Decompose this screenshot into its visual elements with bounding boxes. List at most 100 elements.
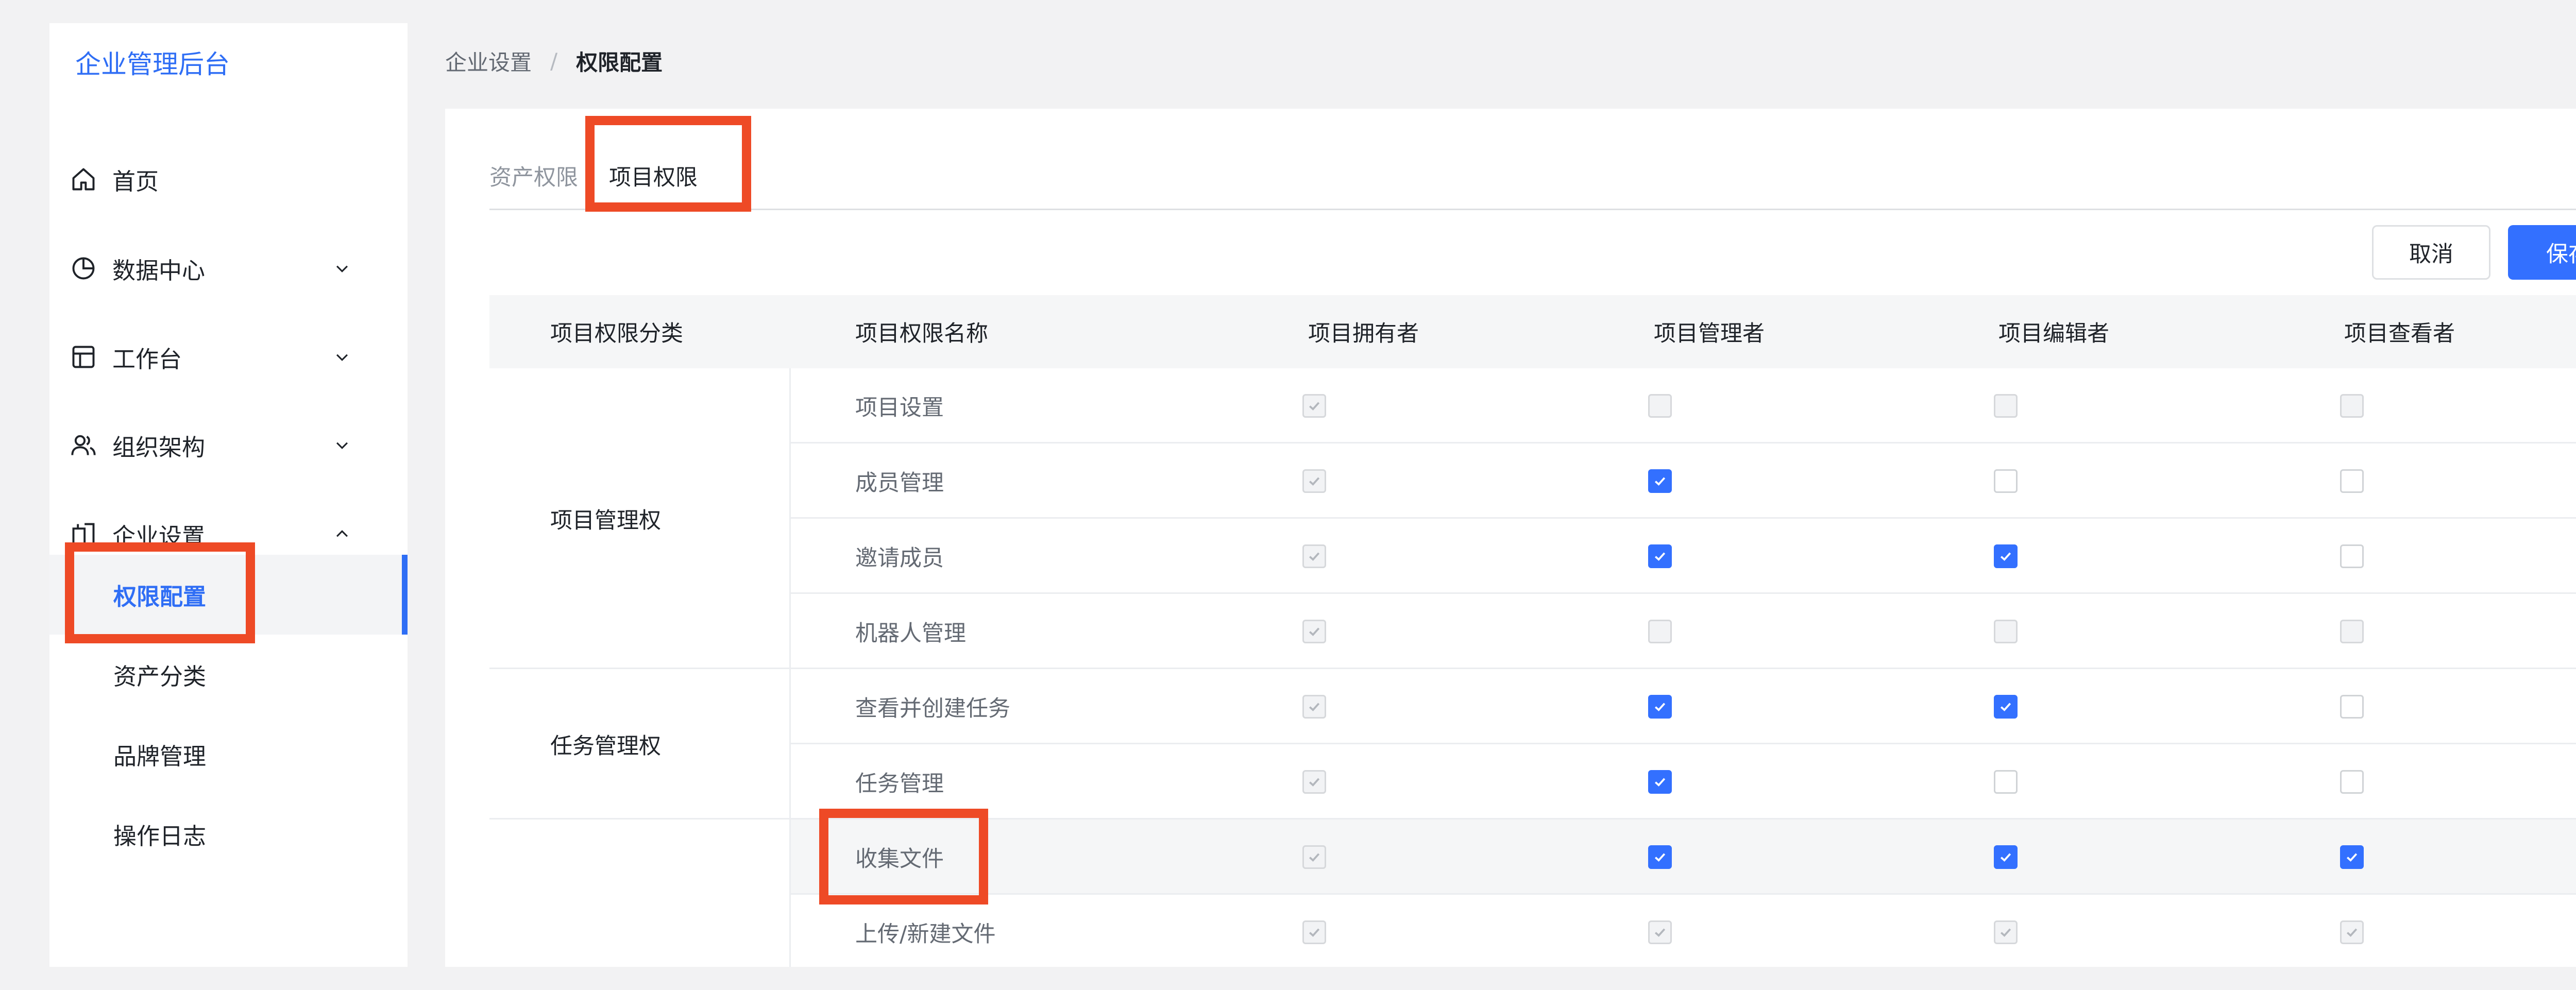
table-row: 任务管理 (789, 744, 2576, 820)
sidebar-item-label: 首页 (112, 167, 159, 195)
checkbox-editor[interactable] (1994, 770, 2018, 794)
checkbox-owner (1302, 394, 1326, 418)
checkbox-manager (1648, 620, 1672, 643)
column-header-category: 项目权限分类 (550, 321, 683, 347)
sidebar-item-data-center[interactable]: 数据中心 (49, 237, 408, 299)
sidebar-item-home[interactable]: 首页 (49, 148, 408, 210)
table-row: 成员管理 (789, 443, 2576, 519)
checkbox-manager[interactable] (1648, 469, 1672, 493)
check-icon (1654, 477, 1666, 486)
sidebar: 企业管理后台 首页 数据中心 工作台 组织架构 企业设置 权限配置 资产分类 品… (49, 23, 408, 967)
breadcrumb: 企业设置 / 权限配置 (445, 45, 663, 77)
check-icon (2346, 928, 2358, 937)
checkbox-manager[interactable] (1648, 695, 1672, 719)
breadcrumb-current: 权限配置 (576, 50, 663, 75)
checkbox-editor[interactable] (1994, 544, 2018, 568)
permission-name: 机器人管理 (855, 621, 966, 646)
check-icon (1309, 552, 1320, 561)
tab-divider (489, 209, 2576, 210)
tab-bar: 资产权限 项目权限 (489, 150, 2576, 201)
sidebar-item-label: 工作台 (112, 345, 182, 373)
chevron-down-icon[interactable] (332, 435, 352, 455)
permission-name: 项目设置 (855, 395, 944, 421)
checkbox-owner (1302, 620, 1326, 643)
sidebar-item-label: 组织架构 (112, 433, 206, 461)
checkbox-editor (1994, 394, 2018, 418)
tab-asset-permission[interactable]: 资产权限 (489, 150, 578, 201)
breadcrumb-separator: / (550, 48, 558, 74)
check-icon (2000, 703, 2011, 711)
users-icon (69, 431, 98, 459)
checkbox-owner (1302, 920, 1326, 944)
check-icon (2000, 928, 2011, 937)
checkbox-owner (1302, 544, 1326, 568)
cancel-button[interactable]: 取消 (2372, 225, 2490, 280)
check-icon (1309, 928, 1320, 937)
checkbox-viewer[interactable] (2340, 544, 2364, 568)
checkbox-editor (1994, 620, 2018, 643)
main-panel: 资产权限 项目权限 取消 保存 项目权限分类 项目权限名称 项目拥有者 项目管理… (445, 109, 2576, 967)
column-header-permission-name: 项目权限名称 (855, 321, 988, 347)
check-icon (1309, 703, 1320, 711)
checkbox-owner (1302, 469, 1326, 493)
pie-chart-icon (69, 254, 98, 283)
checkbox-viewer[interactable] (2340, 845, 2364, 869)
checkbox-viewer[interactable] (2340, 770, 2364, 794)
chevron-down-icon[interactable] (332, 258, 352, 279)
sidebar-subitem-label: 品牌管理 (113, 743, 207, 770)
checkbox-viewer[interactable] (2340, 469, 2364, 493)
permission-category-label: 任务管理权 (550, 733, 661, 759)
check-icon (2346, 853, 2358, 862)
check-icon (2000, 552, 2011, 561)
sidebar-item-organization[interactable]: 组织架构 (49, 414, 408, 476)
permission-category (489, 820, 789, 967)
sidebar-subitem-label: 操作日志 (113, 823, 207, 850)
check-icon (1309, 627, 1320, 636)
save-button[interactable]: 保存 (2508, 225, 2576, 280)
checkbox-editor[interactable] (1994, 695, 2018, 719)
table-row: 邀请成员 (789, 519, 2576, 594)
check-icon (1654, 552, 1666, 561)
sidebar-item-workbench[interactable]: 工作台 (49, 326, 408, 388)
sidebar-subitem-brand-management[interactable]: 品牌管理 (49, 714, 408, 794)
table-row: 项目设置 (789, 368, 2576, 443)
check-icon (1654, 928, 1666, 937)
sidebar-subitem-label: 资产分类 (113, 663, 207, 690)
table-row: 机器人管理 (789, 594, 2576, 669)
checkbox-owner (1302, 845, 1326, 869)
highlight-box-row (819, 809, 988, 904)
column-divider (789, 368, 791, 967)
check-icon (1309, 853, 1320, 862)
sidebar-item-label: 数据中心 (112, 257, 206, 284)
check-icon (1309, 778, 1320, 787)
permission-name: 查看并创建任务 (855, 696, 1010, 722)
column-header-viewer: 项目查看者 (2344, 321, 2455, 347)
checkbox-owner (1302, 695, 1326, 719)
table-row: 收集文件 (789, 820, 2576, 895)
sidebar-subitem-asset-category[interactable]: 资产分类 (49, 635, 408, 714)
checkbox-owner (1302, 770, 1326, 794)
checkbox-manager[interactable] (1648, 770, 1672, 794)
table-row: 查看并创建任务 (789, 669, 2576, 744)
home-icon (69, 165, 98, 194)
checkbox-viewer (2340, 620, 2364, 643)
checkbox-editor[interactable] (1994, 469, 2018, 493)
chevron-up-icon[interactable] (332, 524, 352, 544)
app-logo-title[interactable]: 企业管理后台 (75, 44, 230, 81)
checkbox-manager[interactable] (1648, 845, 1672, 869)
chevron-down-icon[interactable] (332, 347, 352, 367)
checkbox-viewer[interactable] (2340, 695, 2364, 719)
table-row: 上传/新建文件 (789, 895, 2576, 967)
checkbox-viewer (2340, 394, 2364, 418)
check-icon (1309, 402, 1320, 411)
checkbox-editor[interactable] (1994, 845, 2018, 869)
checkbox-manager (1648, 920, 1672, 944)
permission-category: 项目管理权 (489, 368, 789, 669)
check-icon (1654, 778, 1666, 787)
checkbox-manager[interactable] (1648, 544, 1672, 568)
permission-name: 成员管理 (855, 470, 944, 496)
breadcrumb-parent[interactable]: 企业设置 (445, 45, 532, 77)
sidebar-subitem-operation-log[interactable]: 操作日志 (49, 794, 408, 874)
column-header-editor: 项目编辑者 (1998, 321, 2109, 347)
active-indicator (402, 555, 408, 635)
